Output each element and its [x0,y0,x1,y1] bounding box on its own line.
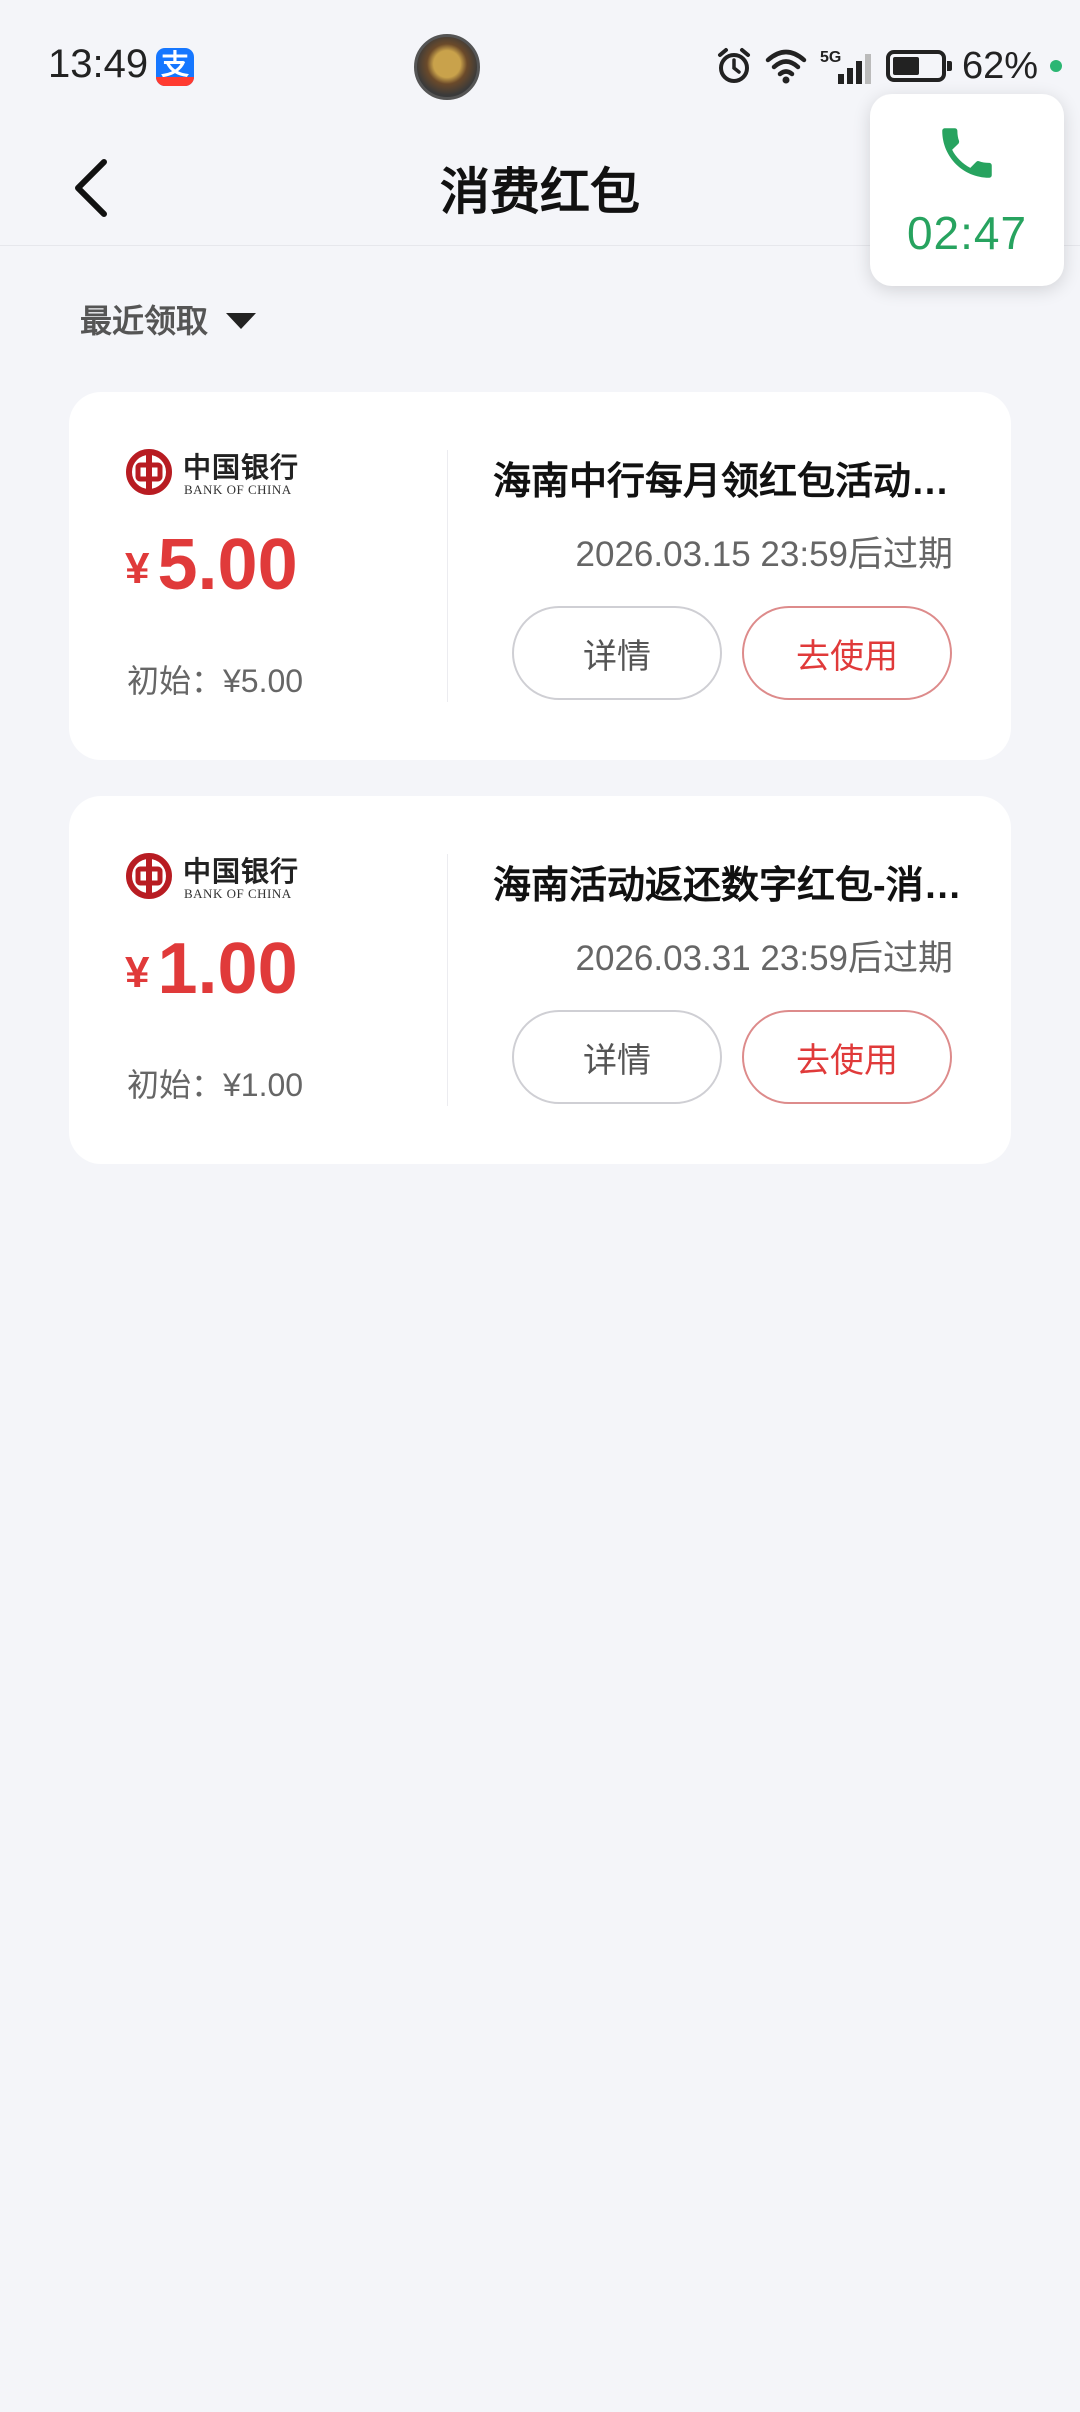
card-divider [447,450,448,702]
bank-name-en: BANK OF CHINA [184,886,292,901]
call-widget[interactable]: 02:47 [870,94,1064,286]
expiry-date: 2026.03.31 23:59后过期 [575,939,953,978]
status-time: 13:49 [48,42,149,86]
caret-down-icon [226,313,257,329]
bank-of-china-logo: 中国银行 BANK OF CHINA [125,448,305,504]
avatar-icon [414,34,480,100]
amount-value: 1.00 [157,929,298,1009]
signal-5g-icon: 5G [820,49,871,84]
status-icons: 5G 62% [714,44,1062,88]
amount-value: 5.00 [157,525,298,605]
initial-amount: 初始：¥1.00 [127,1067,304,1103]
coupon-title: 海南中行每月领红包活动红包 [493,461,963,503]
coupon-amount: ¥5.00 [125,524,298,606]
boc-emblem-icon [126,853,172,899]
coupon-title: 海南活动返还数字红包-消费红包 [493,865,963,907]
boc-emblem-icon [126,449,172,495]
currency-symbol: ¥ [125,948,150,997]
use-button[interactable]: 去使用 [742,1010,952,1104]
detail-button[interactable]: 详情 [512,606,722,700]
currency-symbol: ¥ [125,544,150,593]
initial-amount: 初始：¥5.00 [127,663,304,699]
phone-icon [942,128,992,178]
sort-filter-dropdown[interactable]: 最近领取 [80,296,257,342]
alipay-icon: 支 [156,48,194,86]
coupon-amount: ¥1.00 [125,928,298,1010]
network-label: 5G [820,49,841,66]
expiry-date: 2026.03.15 23:59后过期 [575,535,953,574]
privacy-indicator-dot [1050,60,1062,72]
bank-name-cn: 中国银行 [183,451,300,484]
bank-name-en: BANK OF CHINA [184,482,292,497]
use-button[interactable]: 去使用 [742,606,952,700]
card-divider [447,854,448,1106]
wifi-icon [765,49,807,84]
detail-button[interactable]: 详情 [512,1010,722,1104]
bank-name-cn: 中国银行 [183,855,300,888]
sort-filter-label: 最近领取 [80,303,209,339]
battery-icon [885,50,952,82]
alarm-icon [717,48,750,83]
battery-percent: 62% [961,44,1038,87]
bank-of-china-logo: 中国银行 BANK OF CHINA [125,852,305,908]
call-duration: 02:47 [906,207,1028,259]
coupon-card[interactable]: 中国银行 BANK OF CHINA ¥5.00 初始：¥5.00 海南中行每月… [69,392,1011,760]
coupon-card[interactable]: 中国银行 BANK OF CHINA ¥1.00 初始：¥1.00 海南活动返还… [69,796,1011,1164]
